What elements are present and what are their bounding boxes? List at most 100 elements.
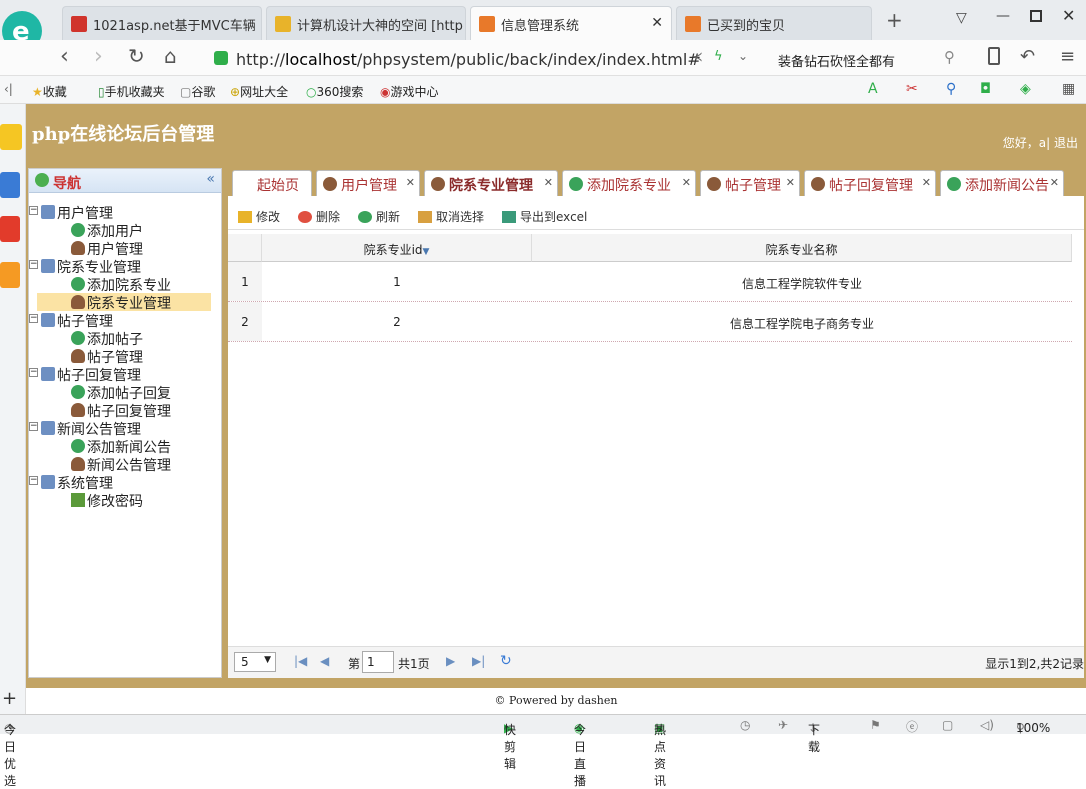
tree-toggle-icon[interactable]: − (29, 422, 38, 431)
mail-icon[interactable] (0, 262, 20, 288)
bookmark-360[interactable]: ○360搜索 (306, 83, 363, 100)
tree-toggle-icon[interactable]: − (29, 206, 38, 215)
bookmark-label: 谷歌 (191, 85, 216, 99)
forward-icon[interactable]: › (94, 44, 103, 69)
maximize-icon[interactable] (1030, 10, 1042, 22)
close-tab-icon[interactable]: ✕ (544, 176, 553, 189)
last-page-icon[interactable]: ▶| (472, 654, 485, 668)
content-tab[interactable]: 用户管理 ✕ (316, 170, 420, 196)
page-label: 第 (348, 657, 361, 671)
translate-icon[interactable]: A (868, 81, 878, 97)
browser-tab-active[interactable]: 信息管理系统 ✕ (470, 6, 672, 40)
table-row[interactable]: 2 2 信息工程学院电子商务专业 (228, 302, 1072, 342)
column-header-id[interactable]: 院系专业id▼ (262, 234, 532, 262)
shirt-icon[interactable]: ▽ (956, 10, 967, 26)
close-tab-icon[interactable]: ✕ (786, 176, 795, 189)
url-input[interactable]: http://localhost/phpsystem/public/back/i… (206, 44, 766, 72)
scissors-icon[interactable]: ✂ (906, 81, 918, 97)
search-input[interactable]: 装备钻石砍怪全都有 (770, 44, 970, 72)
content-tab[interactable]: 添加新闻公告 ✕ (940, 170, 1064, 196)
add-circle-icon (71, 277, 85, 291)
close-tab-icon[interactable]: ✕ (651, 15, 663, 31)
close-window-icon[interactable]: ✕ (1062, 6, 1075, 25)
name-cell: 信息工程学院电子商务专业 (729, 317, 874, 331)
edit-button[interactable]: 修改 (238, 208, 280, 225)
export-button[interactable]: 导出到excel (502, 208, 587, 225)
gamepad-icon[interactable]: ◘ (980, 81, 991, 97)
shield-icon[interactable]: ◈ (1020, 81, 1031, 97)
reload-grid-icon[interactable]: ↻ (500, 653, 512, 669)
nav-item[interactable]: 院系专业管理 (37, 293, 211, 312)
close-tab-icon[interactable]: ✕ (682, 176, 691, 189)
bookmark-mobile[interactable]: ▯手机收藏夹 (98, 83, 165, 100)
browser-tab-strip: e 1021asp.net基于MVC车辆 计算机设计大神的空间 [http 信息… (0, 0, 1086, 51)
pencil-icon (71, 493, 85, 507)
main-panel: 起始页 用户管理 ✕ 院系专业管理 ✕ 添加院系专业 ✕ 帖子管理 ✕ 帖子回复管理 ✕ 添加新闻公告… (228, 168, 1084, 678)
nav-label: 院系专业管理 (57, 260, 141, 276)
magnifier-icon[interactable]: ⚲ (946, 81, 956, 97)
tree-toggle-icon[interactable]: − (29, 368, 38, 377)
page-number-input[interactable]: 1 (362, 651, 394, 673)
close-tab-icon[interactable]: ✕ (406, 176, 415, 189)
collapse-panel-icon[interactable]: « (206, 171, 215, 187)
close-tab-icon[interactable]: ✕ (1050, 176, 1059, 189)
delete-button[interactable]: 删除 (298, 208, 340, 225)
search-icon[interactable]: ⚲ (944, 48, 955, 66)
content-tab[interactable]: 院系专业管理 ✕ (424, 170, 558, 196)
content-tab[interactable]: 帖子回复管理 ✕ (804, 170, 936, 196)
reload-icon[interactable]: ↻ (128, 44, 145, 68)
new-tab-button[interactable]: + (886, 8, 903, 32)
content-tab[interactable]: 帖子管理 ✕ (700, 170, 800, 196)
first-page-icon[interactable]: |◀ (294, 654, 307, 668)
unselect-button[interactable]: 取消选择 (418, 208, 484, 225)
ie-icon[interactable]: ⓔ (906, 718, 918, 735)
tree-toggle-icon[interactable]: − (29, 314, 38, 323)
bookmark-portal[interactable]: ⊕网址大全 (230, 83, 288, 100)
zoom-value: 100% (1016, 721, 1051, 735)
chevron-down-icon[interactable]: ⌄ (738, 49, 748, 63)
browser-tab-2[interactable]: 计算机设计大神的空间 [http (266, 6, 466, 40)
list-sidebar-icon[interactable] (0, 172, 20, 198)
home-icon[interactable]: ⌂ (164, 44, 177, 68)
share-icon[interactable]: ≺ (692, 50, 703, 65)
bookmark-favorites[interactable]: ★收藏 (32, 83, 67, 100)
bookmark-google[interactable]: ▢谷歌 (180, 83, 215, 100)
speed-icon[interactable]: ◷ (740, 718, 750, 732)
add-sidebar-icon[interactable]: + (2, 688, 17, 709)
page-size-select[interactable]: 5 ▼ (234, 652, 276, 672)
add-circle-icon (569, 177, 583, 191)
column-header-name[interactable]: 院系专业名称 (532, 234, 1072, 262)
phone-icon[interactable] (988, 47, 1000, 65)
tree-toggle-icon[interactable]: − (29, 476, 38, 485)
volume-icon[interactable]: ◁) (980, 718, 994, 732)
refresh-button[interactable]: 刷新 (358, 208, 400, 225)
content-tab[interactable]: 起始页 (232, 170, 312, 196)
row-number-cell: 1 (228, 262, 262, 301)
favorites-sidebar-icon[interactable] (0, 124, 22, 150)
close-tab-icon[interactable]: ✕ (922, 176, 931, 189)
nav-label: 新闻公告管理 (87, 458, 171, 474)
undo-icon[interactable]: ↶ (1020, 46, 1035, 67)
bookmark-games[interactable]: ◉游戏中心 (380, 83, 439, 100)
grid-icon[interactable]: ▦ (1062, 81, 1075, 97)
sort-desc-icon: ▼ (422, 247, 430, 257)
add-circle-icon (947, 177, 961, 191)
next-page-icon[interactable]: ▶ (446, 654, 455, 668)
minimize-icon[interactable]: — (996, 8, 1010, 24)
content-tab[interactable]: 添加院系专业 ✕ (562, 170, 696, 196)
pin-icon[interactable]: ✈ (778, 718, 788, 732)
weibo-icon[interactable] (0, 216, 20, 242)
back-icon[interactable]: ‹ (60, 44, 69, 69)
menu-icon[interactable]: ≡ (1060, 46, 1075, 67)
collapse-icon[interactable]: ‹| (4, 82, 13, 96)
browser-tab-4[interactable]: 已买到的宝贝 (676, 6, 872, 40)
prev-page-icon[interactable]: ◀ (320, 654, 329, 668)
pagination-bar: 5 ▼ |◀ ◀ 第 1 共1页 ▶ ▶| ↻ 显示1到2,共2记录 (228, 646, 1084, 678)
flag-icon[interactable]: ⚑ (870, 718, 881, 732)
browser-tab-1[interactable]: 1021asp.net基于MVC车辆 (62, 6, 262, 40)
table-row[interactable]: 1 1 信息工程学院软件专业 (228, 262, 1072, 302)
window-icon[interactable]: ▢ (942, 718, 953, 732)
user-greeting[interactable]: 您好，a| 退出 (1003, 134, 1078, 151)
tree-toggle-icon[interactable]: − (29, 260, 38, 269)
lightning-icon[interactable]: ϟ (714, 49, 723, 64)
